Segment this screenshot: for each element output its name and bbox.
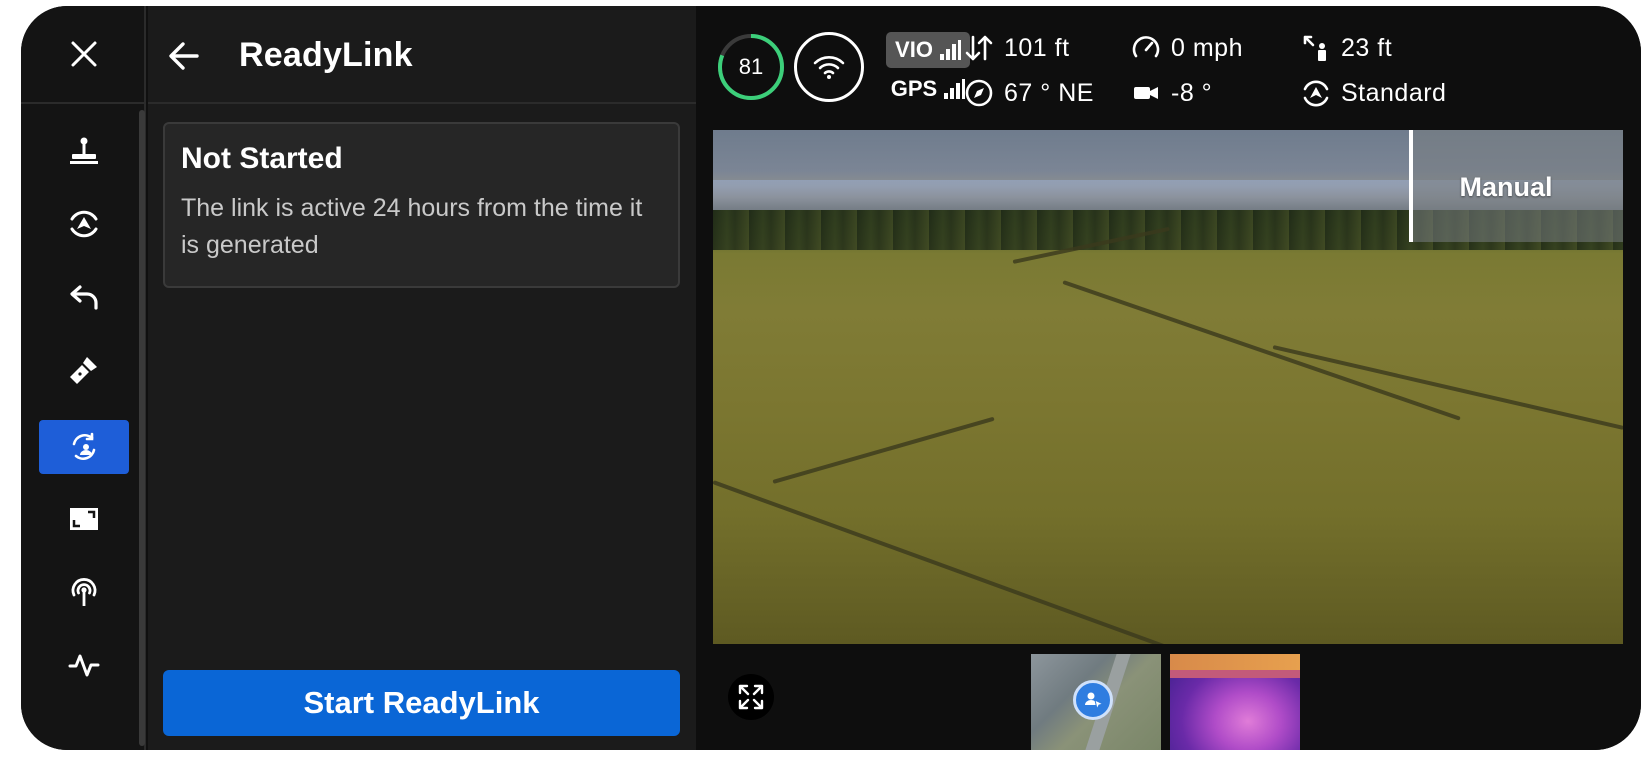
gps-label: GPS [890,76,938,101]
close-button[interactable] [21,6,146,104]
speed-value: 0 mph [1171,33,1243,62]
video-feed[interactable]: Manual [713,130,1623,644]
vio-badge: VIO [886,32,970,68]
wifi-icon [813,56,845,79]
gps-badge: GPS [886,72,970,106]
readylink-panel: ReadyLink Not Started The link is active… [148,6,696,750]
broadcast-icon [71,578,97,606]
status-card: Not Started The link is active 24 hours … [163,122,680,288]
distance-value: 23 ft [1341,33,1393,62]
flight-mode-readout: Standard [1301,78,1446,108]
speed-readout: 0 mph [1131,33,1243,63]
joystick-icon [70,137,98,164]
heading-readout: 67 ° NE [964,78,1094,108]
signal-bars-icon [944,79,966,99]
rail-item-activity[interactable] [39,638,129,692]
altitude-value: 101 ft [1004,33,1070,62]
rail-item-flashlight[interactable] [39,343,129,397]
start-readylink-button[interactable]: Start ReadyLink [163,670,680,736]
distance-readout: 23 ft [1301,33,1392,63]
activity-icon [68,654,100,677]
return-icon [70,285,98,310]
compass-icon [965,79,993,107]
map-thumbnail[interactable] [1031,654,1161,750]
obstacle-avoidance-icon [1303,80,1329,107]
gimbal-value: -8 ° [1171,78,1213,107]
connection-button[interactable] [794,32,864,102]
bottom-bar [696,644,1641,750]
field-track [713,480,1278,644]
manual-mode-label: Manual [1459,172,1553,202]
rail-item-return[interactable] [39,270,129,324]
flight-mode-value: Standard [1341,78,1447,107]
panel-header: ReadyLink [148,6,696,104]
camera-tilt-icon [1134,87,1158,99]
telemetry-bar: 81 VIO GPS 101 ft 67 ° NE 0 mph -8 ° 23 … [696,6,1641,130]
rail-item-readylink[interactable] [39,420,129,474]
aspect-ratio-icon [70,508,98,530]
app-window: ReadyLink Not Started The link is active… [21,6,1641,750]
icon-rail [21,6,146,750]
flashlight-icon [70,357,97,384]
rail-item-avoidance[interactable] [39,197,129,251]
fullscreen-button[interactable] [728,674,774,720]
arrow-left-icon [169,42,199,70]
close-icon [71,41,96,67]
rail-item-controls[interactable] [39,124,129,178]
obstacle-avoidance-icon [70,210,98,238]
vio-label: VIO [895,37,933,62]
readylink-icon [72,432,96,461]
gimbal-readout: -8 ° [1131,78,1212,108]
expand-icon [738,684,764,710]
field-track [1062,280,1461,421]
altitude-readout: 101 ft [964,33,1070,63]
speedometer-icon [1132,36,1160,58]
location-pin-icon [1073,680,1113,720]
rail-item-broadcast[interactable] [39,565,129,619]
battery-level: 81 [738,54,764,79]
thermal-treeline [1170,670,1300,678]
status-title: Not Started [181,142,343,175]
field-track [1272,345,1623,430]
status-description: The link is active 24 hours from the tim… [181,194,643,259]
rail-item-display[interactable] [39,492,129,546]
field-track [772,416,995,484]
camera-view: 81 VIO GPS 101 ft 67 ° NE 0 mph -8 ° 23 … [696,6,1641,750]
distance-icon [1303,35,1326,61]
thermal-thumbnail[interactable] [1170,654,1300,750]
back-button[interactable] [162,34,206,78]
rail-scrollbar[interactable] [139,110,145,746]
page-title: ReadyLink [239,36,413,74]
heading-value: 67 ° NE [1004,78,1094,107]
altitude-arrows-icon [965,35,993,61]
signal-bars-icon [939,40,961,60]
